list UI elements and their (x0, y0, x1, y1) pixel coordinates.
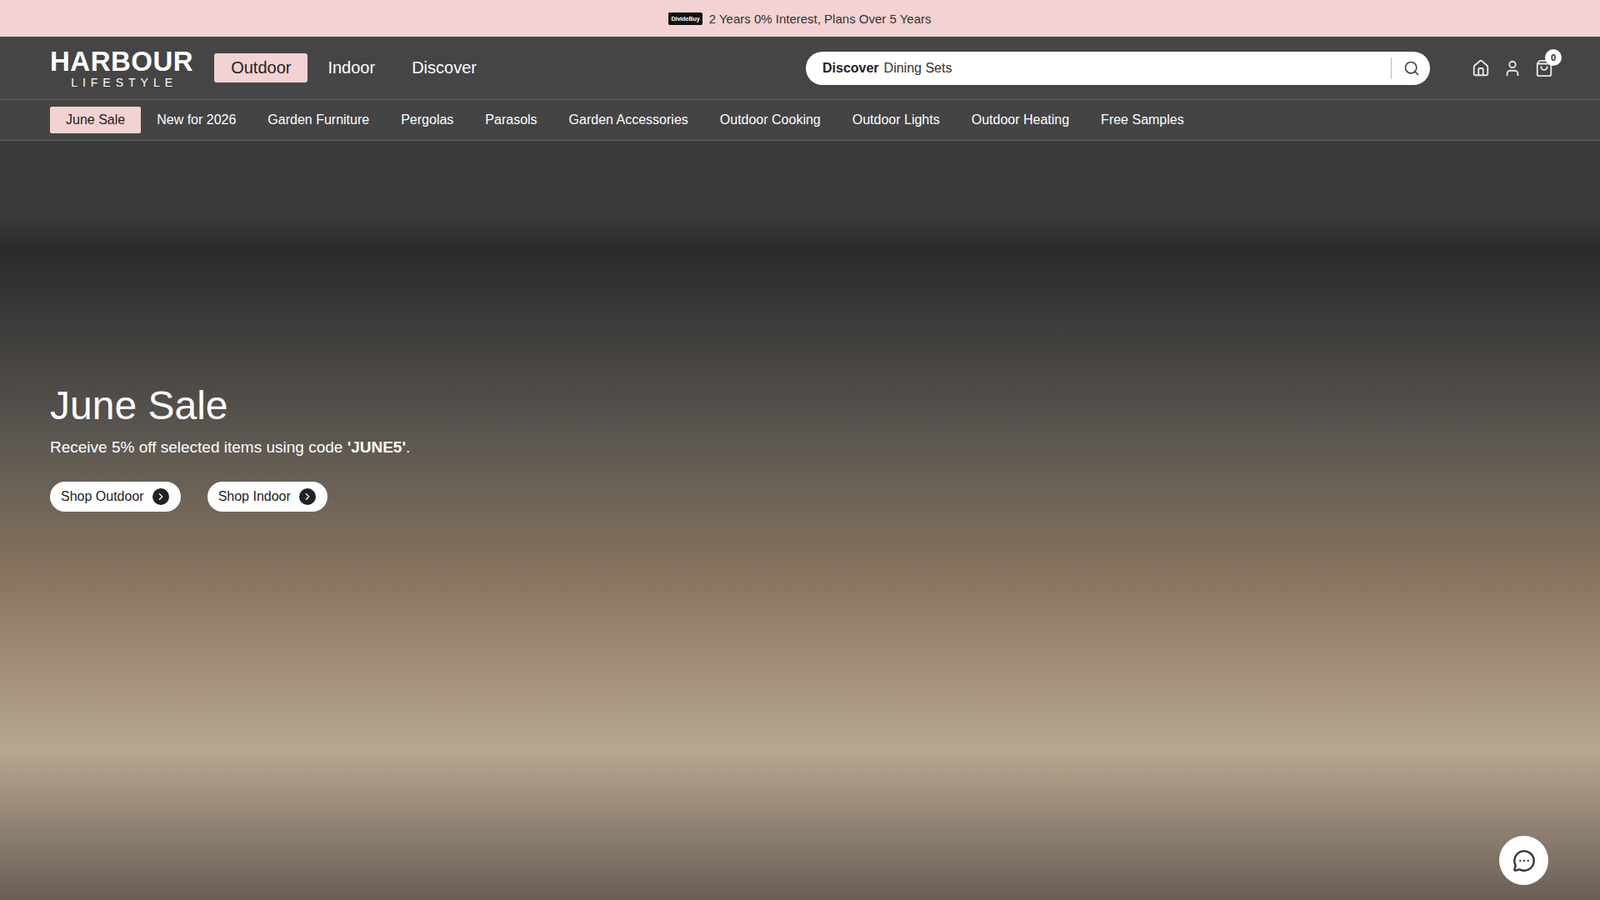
main-nav: OutdoorIndoorDiscover (214, 53, 494, 83)
banner-text: 2 Years 0% Interest, Plans Over 5 Years (709, 11, 932, 26)
chat-button[interactable] (1499, 835, 1549, 885)
arrow-icon (152, 488, 170, 505)
account-button[interactable] (1503, 59, 1522, 78)
hero-text: Receive 5% off selected items using code… (50, 438, 1550, 457)
shop-button[interactable]: Shop Indoor (207, 481, 328, 512)
category-nav-item[interactable]: Pergolas (385, 106, 470, 134)
header: HARBOURLIFESTYLEOutdoorIndoorDiscoverDis… (0, 36, 1600, 100)
category-nav-item[interactable]: Outdoor Heating (955, 106, 1085, 134)
category-nav: June SaleNew for 2026Garden FurniturePer… (0, 100, 1600, 141)
dividebuy-logo: DivideBuy (668, 12, 702, 25)
search-icon[interactable] (1403, 60, 1420, 77)
page: DivideBuy 2 Years 0% Interest, Plans Over… (0, 0, 1600, 900)
shop-button[interactable]: Shop Outdoor (50, 481, 181, 512)
header-icons: 0 (1471, 59, 1554, 78)
category-nav-item[interactable]: June Sale (50, 106, 141, 134)
cart-button[interactable]: 0 (1535, 59, 1554, 78)
category-nav-item[interactable]: Parasols (469, 106, 553, 134)
main-nav-item[interactable]: Discover (395, 53, 494, 83)
search-field[interactable]: DiscoverDining Sets (805, 51, 1430, 85)
cart-count-badge: 0 (1545, 49, 1562, 66)
logo-name: HARBOUR (50, 47, 194, 75)
showroom-button[interactable] (1471, 59, 1490, 78)
hero-buttons: Shop Outdoor Shop Indoor (50, 481, 1550, 512)
search-prefix: Discover (822, 60, 880, 76)
category-nav-item[interactable]: New for 2026 (140, 106, 252, 134)
logo[interactable]: HARBOURLIFESTYLE (50, 47, 194, 89)
finance-banner[interactable]: DivideBuy 2 Years 0% Interest, Plans Over… (0, 0, 1600, 37)
category-nav-item[interactable]: Outdoor Cooking (704, 106, 837, 134)
chat-icon (1512, 849, 1536, 873)
logo-tagline: LIFESTYLE (65, 76, 178, 89)
house-icon (1471, 59, 1490, 78)
category-nav-item[interactable]: Garden Accessories (553, 106, 705, 134)
arrow-icon (299, 488, 316, 505)
search-placeholder: Dining Sets (884, 60, 1386, 76)
hero-title: June Sale (50, 382, 1550, 429)
main-nav-item[interactable]: Outdoor (214, 53, 308, 83)
category-nav-item[interactable]: Outdoor Lights (836, 106, 956, 134)
category-nav-item[interactable]: Garden Furniture (251, 106, 385, 134)
user-icon (1503, 59, 1522, 78)
hero-banner: June Sale Receive 5% off selected items u… (0, 140, 1600, 900)
category-nav-item[interactable]: Free Samples (1085, 106, 1200, 134)
main-nav-item[interactable]: Indoor (310, 53, 392, 83)
